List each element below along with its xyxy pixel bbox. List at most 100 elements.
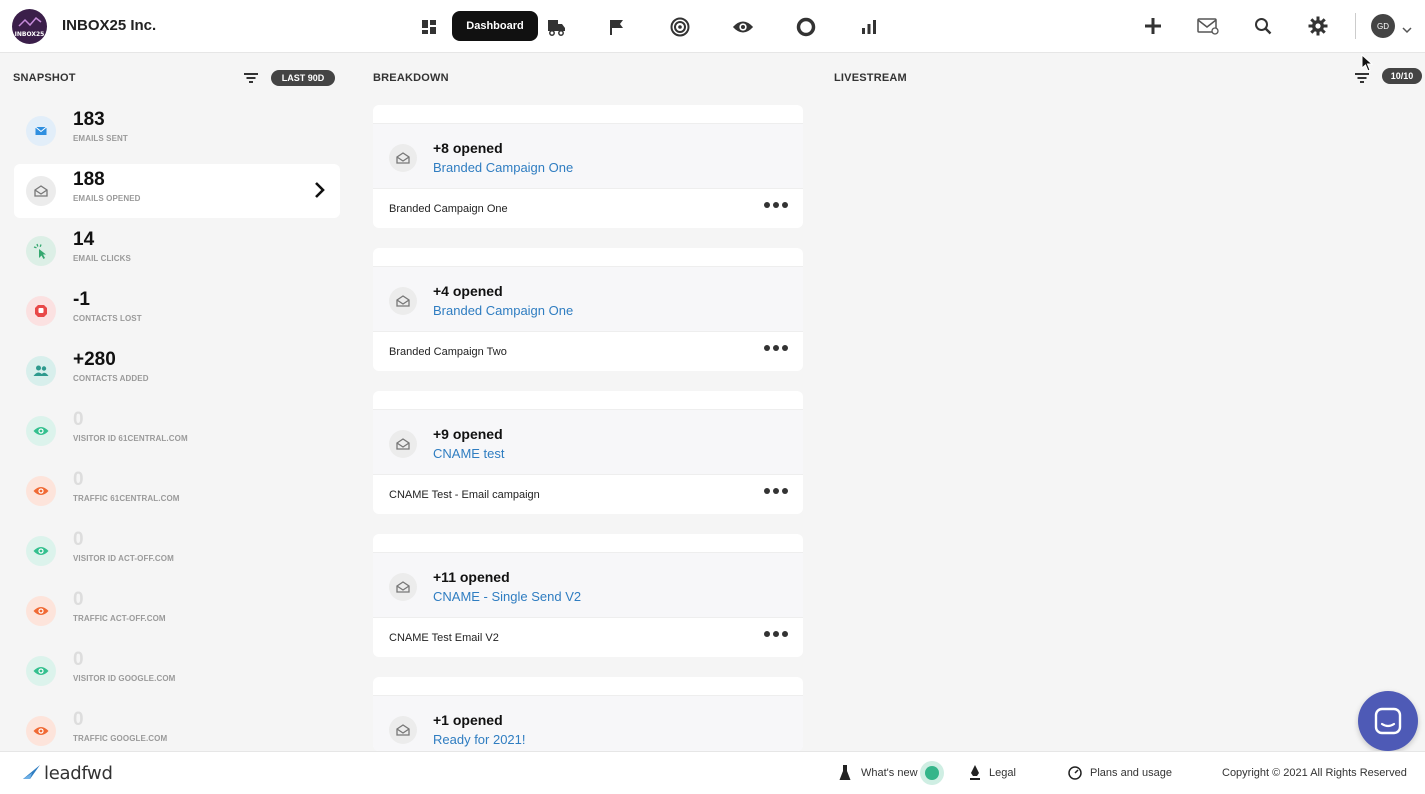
card-header: +8 opened Branded Campaign One [373,123,803,189]
snapshot-filter-icon[interactable] [244,71,258,89]
snapshot-item[interactable]: 14 EMAIL CLICKS [14,224,340,278]
nav-bar-chart-icon[interactable] [858,16,880,38]
snapshot-label: VISITOR ID GOOGLE.COM [73,674,176,683]
header-divider [1355,13,1356,39]
snapshot-label: VISITOR ID ACT-OFF.COM [73,554,174,563]
snapshot-value: 0 [73,589,84,610]
pen-icon [968,765,982,781]
nav-circle-icon[interactable] [795,16,817,38]
snapshot-value: 0 [73,709,84,730]
snapshot-label: CONTACTS ADDED [73,374,149,383]
campaign-link[interactable]: CNAME test [433,446,505,461]
card-title: +11 opened [433,569,510,585]
plans-link[interactable]: Plans and usage [1090,767,1172,779]
cursor-click-icon [26,236,56,266]
whats-new-link[interactable]: What's new [861,767,918,779]
snapshot-item[interactable]: 0 TRAFFIC ACT-OFF.COM [14,584,340,638]
card-header: +1 opened Ready for 2021! [373,695,803,751]
snapshot-item[interactable]: 0 TRAFFIC GOOGLE.COM [14,704,340,758]
more-options-icon[interactable] [764,202,788,208]
breakdown-card: +4 opened Branded Campaign One Branded C… [373,248,803,371]
snapshot-item[interactable]: 183 EMAILS SENT [14,104,340,158]
snapshot-item[interactable]: 0 VISITOR ID ACT-OFF.COM [14,524,340,578]
flask-icon [838,765,852,781]
snapshot-value: 0 [73,409,84,430]
legal-link[interactable]: Legal [989,767,1016,779]
nav-truck-icon[interactable] [545,16,567,38]
plus-icon[interactable] [1141,14,1165,38]
snapshot-item[interactable]: 0 TRAFFIC 61CENTRAL.COM [14,464,340,518]
chat-icon [1374,707,1402,735]
card-title: +9 opened [433,426,503,442]
snapshot-item[interactable]: -1 CONTACTS LOST [14,284,340,338]
snapshot-item[interactable]: 0 VISITOR ID 61CENTRAL.COM [14,404,340,458]
snapshot-value: +280 [73,349,116,370]
eye-icon [26,656,56,686]
avatar[interactable]: GD [1371,14,1395,38]
copyright-text: Copyright © 2021 All Rights Reserved [1222,767,1407,779]
eye-icon [26,596,56,626]
breakdown-title: BREAKDOWN [373,72,449,84]
snapshot-label: EMAILS SENT [73,134,128,143]
logo-text: INBOX25 [14,31,45,38]
eye-icon [26,716,56,746]
more-options-icon[interactable] [764,631,788,637]
breakdown-card: +9 opened CNAME test CNAME Test - Email … [373,391,803,514]
card-header: +4 opened Branded Campaign One [373,266,803,332]
campaign-link[interactable]: Branded Campaign One [433,303,573,318]
snapshot-label: VISITOR ID 61CENTRAL.COM [73,434,188,443]
open-envelope-icon [389,144,417,172]
snapshot-value: 183 [73,109,105,130]
snapshot-item[interactable]: 188 EMAILS OPENED [14,164,340,218]
campaign-link[interactable]: CNAME - Single Send V2 [433,589,581,604]
card-header: +9 opened CNAME test [373,409,803,475]
nav-grid-icon[interactable] [418,16,440,38]
gear-icon[interactable] [1306,14,1330,38]
campaign-link[interactable]: Branded Campaign One [433,160,573,175]
campaign-link[interactable]: Ready for 2021! [433,732,526,747]
snapshot-value: -1 [73,289,90,310]
snapshot-label: EMAILS OPENED [73,194,141,203]
snapshot-value: 188 [73,169,105,190]
card-header: +11 opened CNAME - Single Send V2 [373,552,803,618]
snapshot-value: 0 [73,529,84,550]
snapshot-value: 0 [73,649,84,670]
breakdown-card: +8 opened Branded Campaign One Branded C… [373,105,803,228]
search-icon[interactable] [1251,14,1275,38]
snapshot-label: CONTACTS LOST [73,314,142,323]
nav-target-icon[interactable] [669,16,691,38]
chevron-right-icon[interactable] [314,181,326,204]
users-icon [26,356,56,386]
more-options-icon[interactable] [764,345,788,351]
whats-new-badge[interactable] [920,761,944,785]
snapshot-item[interactable]: +280 CONTACTS ADDED [14,344,340,398]
brand-name[interactable]: leadfwd [44,763,113,784]
range-badge[interactable]: LAST 90D [271,70,335,86]
leadfwd-logo-icon [22,764,42,785]
card-title: +4 opened [433,283,503,299]
card-footer-text: CNAME Test - Email campaign [389,489,540,501]
card-footer-text: Branded Campaign One [389,203,508,215]
snapshot-value: 14 [73,229,95,250]
snapshot-title: SNAPSHOT [13,72,76,84]
mail-icon[interactable] [1196,14,1220,38]
tab-dashboard[interactable]: Dashboard [452,11,538,41]
more-options-icon[interactable] [764,488,788,494]
livestream-title: LIVESTREAM [834,72,907,84]
open-envelope-icon [389,716,417,744]
mouse-cursor-icon [1361,53,1374,77]
snapshot-item[interactable]: 0 VISITOR ID GOOGLE.COM [14,644,340,698]
stop-icon [26,296,56,326]
chevron-down-icon[interactable] [1402,21,1412,39]
snapshot-label: TRAFFIC 61CENTRAL.COM [73,494,180,503]
nav-flag-icon[interactable] [606,16,628,38]
breakdown-card: +1 opened Ready for 2021! [373,677,803,751]
snapshot-label: TRAFFIC GOOGLE.COM [73,734,168,743]
snapshot-value: 0 [73,469,84,490]
breakdown-card: +11 opened CNAME - Single Send V2 CNAME … [373,534,803,657]
company-logo[interactable]: INBOX25 [12,9,47,44]
chat-button[interactable] [1358,691,1418,751]
nav-eye-icon[interactable] [732,16,754,38]
snapshot-label: TRAFFIC ACT-OFF.COM [73,614,166,623]
open-envelope-icon [389,287,417,315]
